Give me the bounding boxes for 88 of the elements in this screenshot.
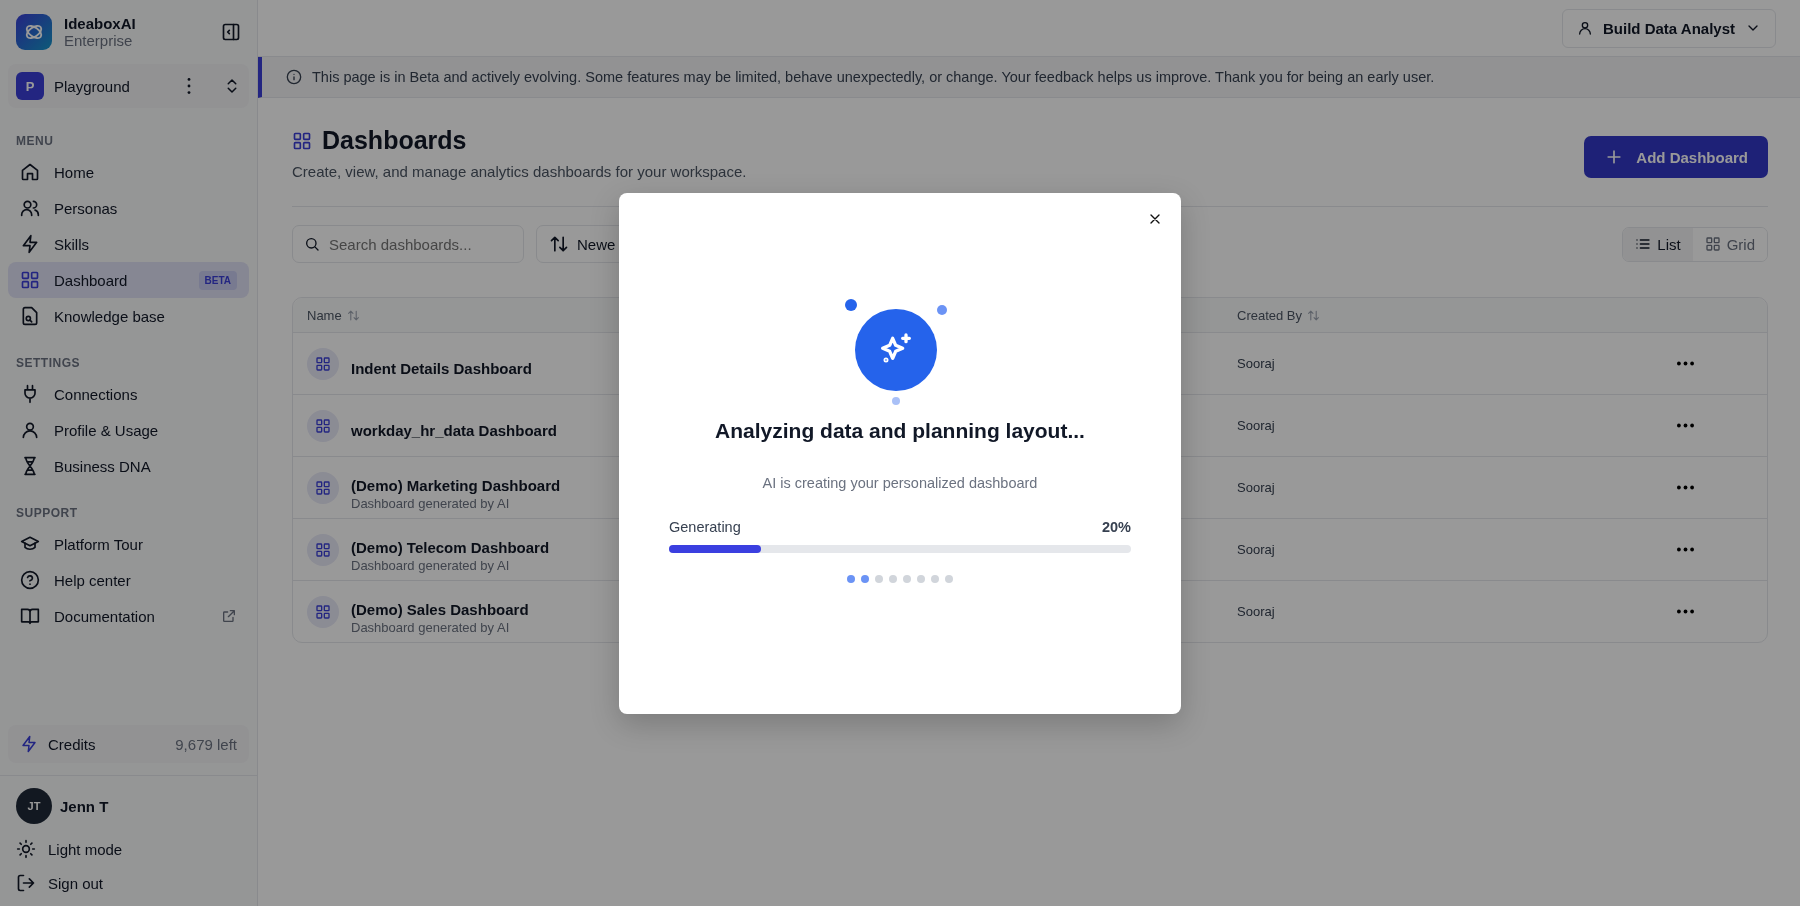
dialog-title: Analyzing data and planning layout... bbox=[715, 418, 1085, 443]
agent-selector[interactable]: Build Data Analyst bbox=[1562, 8, 1776, 48]
dialog-subtitle: AI is creating your personalized dashboard bbox=[762, 474, 1038, 491]
workspace-avatar: P bbox=[16, 72, 44, 100]
grid-icon bbox=[315, 417, 331, 434]
column-header[interactable]: Created By bbox=[1237, 307, 1303, 323]
credits-value: 9,679 left bbox=[175, 735, 237, 753]
lightning-icon bbox=[20, 735, 38, 753]
workspace-name: Playground bbox=[54, 77, 131, 95]
grid-icon bbox=[1704, 236, 1721, 252]
section-label: SETTINGS bbox=[15, 355, 81, 372]
more-horizontal-icon[interactable] bbox=[1677, 609, 1694, 614]
dashboard-description: Dashboard generated by AI bbox=[351, 495, 511, 511]
section-label: MENU bbox=[15, 133, 55, 150]
dashboard-name[interactable]: workday_hr_data Dashboard bbox=[351, 421, 557, 439]
brand-name: IdeaboxAI bbox=[64, 15, 136, 32]
table-cell-text: Sooraj bbox=[1237, 480, 1276, 495]
user-name: Jenn T bbox=[60, 797, 109, 815]
user-avatar: JT bbox=[16, 788, 52, 824]
grid-icon bbox=[315, 355, 331, 372]
sign-out-link[interactable]: Sign out bbox=[16, 866, 104, 900]
credits-label: Credits bbox=[48, 735, 96, 753]
table-cell-text: Sooraj bbox=[1237, 542, 1276, 557]
workspace-selector[interactable]: P Playground bbox=[8, 64, 249, 108]
table-cell-text: Sooraj bbox=[1237, 418, 1276, 433]
dashboard-name[interactable]: (Demo) Marketing Dashboard bbox=[351, 476, 561, 494]
user-icon bbox=[20, 420, 40, 440]
grid-icon bbox=[315, 603, 331, 620]
external-link[interactable] bbox=[221, 608, 237, 624]
help-icon bbox=[20, 570, 40, 590]
accent-dot bbox=[845, 298, 857, 311]
dashboard-name[interactable]: (Demo) Telecom Dashboard bbox=[351, 538, 550, 556]
add-dashboard-button[interactable]: Add Dashboard bbox=[1584, 136, 1768, 178]
more-vertical-icon[interactable] bbox=[187, 78, 191, 94]
user-icon bbox=[1577, 20, 1594, 36]
page-subtitle: Create, view, and manage analytics dashboards for your workspace. bbox=[292, 163, 747, 180]
table-cell-text: Sooraj bbox=[1237, 356, 1276, 371]
sidebar-item[interactable]: Connections bbox=[8, 376, 249, 412]
sort-icon bbox=[346, 308, 360, 322]
accent-dot bbox=[892, 396, 900, 405]
sidebar-item[interactable]: Personas bbox=[8, 190, 249, 226]
sort-icon bbox=[1307, 308, 1321, 322]
more-horizontal-icon[interactable] bbox=[1677, 361, 1694, 366]
list-icon bbox=[1635, 236, 1652, 252]
sidebar-item[interactable]: Skills bbox=[8, 226, 249, 262]
theme-toggle[interactable]: Light mode bbox=[16, 832, 123, 866]
more-horizontal-icon[interactable] bbox=[1677, 485, 1694, 490]
column-header[interactable]: Name bbox=[307, 307, 342, 323]
beta-badge: BETA bbox=[198, 270, 237, 290]
sidebar-item[interactable]: Documentation bbox=[8, 598, 249, 634]
sidebar-item[interactable]: Knowledge base bbox=[8, 298, 249, 334]
grid-icon bbox=[315, 479, 331, 496]
external-link-icon bbox=[221, 608, 237, 624]
table-cell-text: Sooraj bbox=[1237, 604, 1276, 619]
sidebar-item[interactable]: Profile & Usage bbox=[8, 412, 249, 448]
grid-icon bbox=[20, 270, 40, 290]
view-toggle[interactable]: List bbox=[1623, 227, 1693, 261]
sidebar-item[interactable]: Platform Tour bbox=[8, 526, 249, 562]
users-icon bbox=[20, 198, 40, 218]
sidebar-item[interactable]: Business DNA bbox=[8, 448, 249, 484]
sun-icon bbox=[16, 839, 36, 859]
sort-arrows-icon bbox=[549, 234, 569, 254]
plan-name: Enterprise bbox=[64, 32, 134, 49]
dashboard-description: Dashboard generated by AI bbox=[351, 619, 511, 635]
progress-value: 20% bbox=[1101, 518, 1131, 535]
dashboard-name[interactable]: Indent Details Dashboard bbox=[351, 359, 532, 377]
sidebar-item[interactable]: Dashboard BETA bbox=[8, 262, 249, 298]
search-field[interactable]: Search dashboards... bbox=[292, 225, 524, 263]
section-label: SUPPORT bbox=[15, 505, 79, 522]
more-horizontal-icon[interactable] bbox=[1677, 547, 1694, 552]
info-icon bbox=[286, 69, 302, 85]
page-title: Dashboards bbox=[322, 126, 467, 155]
lightning-icon bbox=[20, 234, 40, 254]
sidebar-item[interactable]: Help center bbox=[8, 562, 249, 598]
sign-out-icon bbox=[16, 873, 36, 893]
grid-icon bbox=[315, 541, 331, 558]
dashboard-description: Dashboard generated by AI bbox=[351, 557, 511, 573]
document-search-icon bbox=[20, 306, 40, 326]
sidebar-item[interactable]: Home bbox=[8, 154, 249, 190]
progress-label: Generating bbox=[669, 518, 741, 535]
beta-notice: This page is in Beta and actively evolving. Some features may be limited, behave unexpectedly, or change. Your feedback helps us improve. Thank you for being an early user. bbox=[312, 69, 1435, 85]
sidebar-collapse-icon bbox=[221, 22, 241, 42]
home-icon bbox=[20, 162, 40, 182]
dashboard-name[interactable]: (Demo) Sales Dashboard bbox=[351, 600, 529, 618]
book-icon bbox=[20, 606, 40, 626]
accent-dot bbox=[937, 304, 947, 315]
grid-icon bbox=[292, 130, 312, 151]
more-horizontal-icon[interactable] bbox=[1677, 423, 1694, 428]
